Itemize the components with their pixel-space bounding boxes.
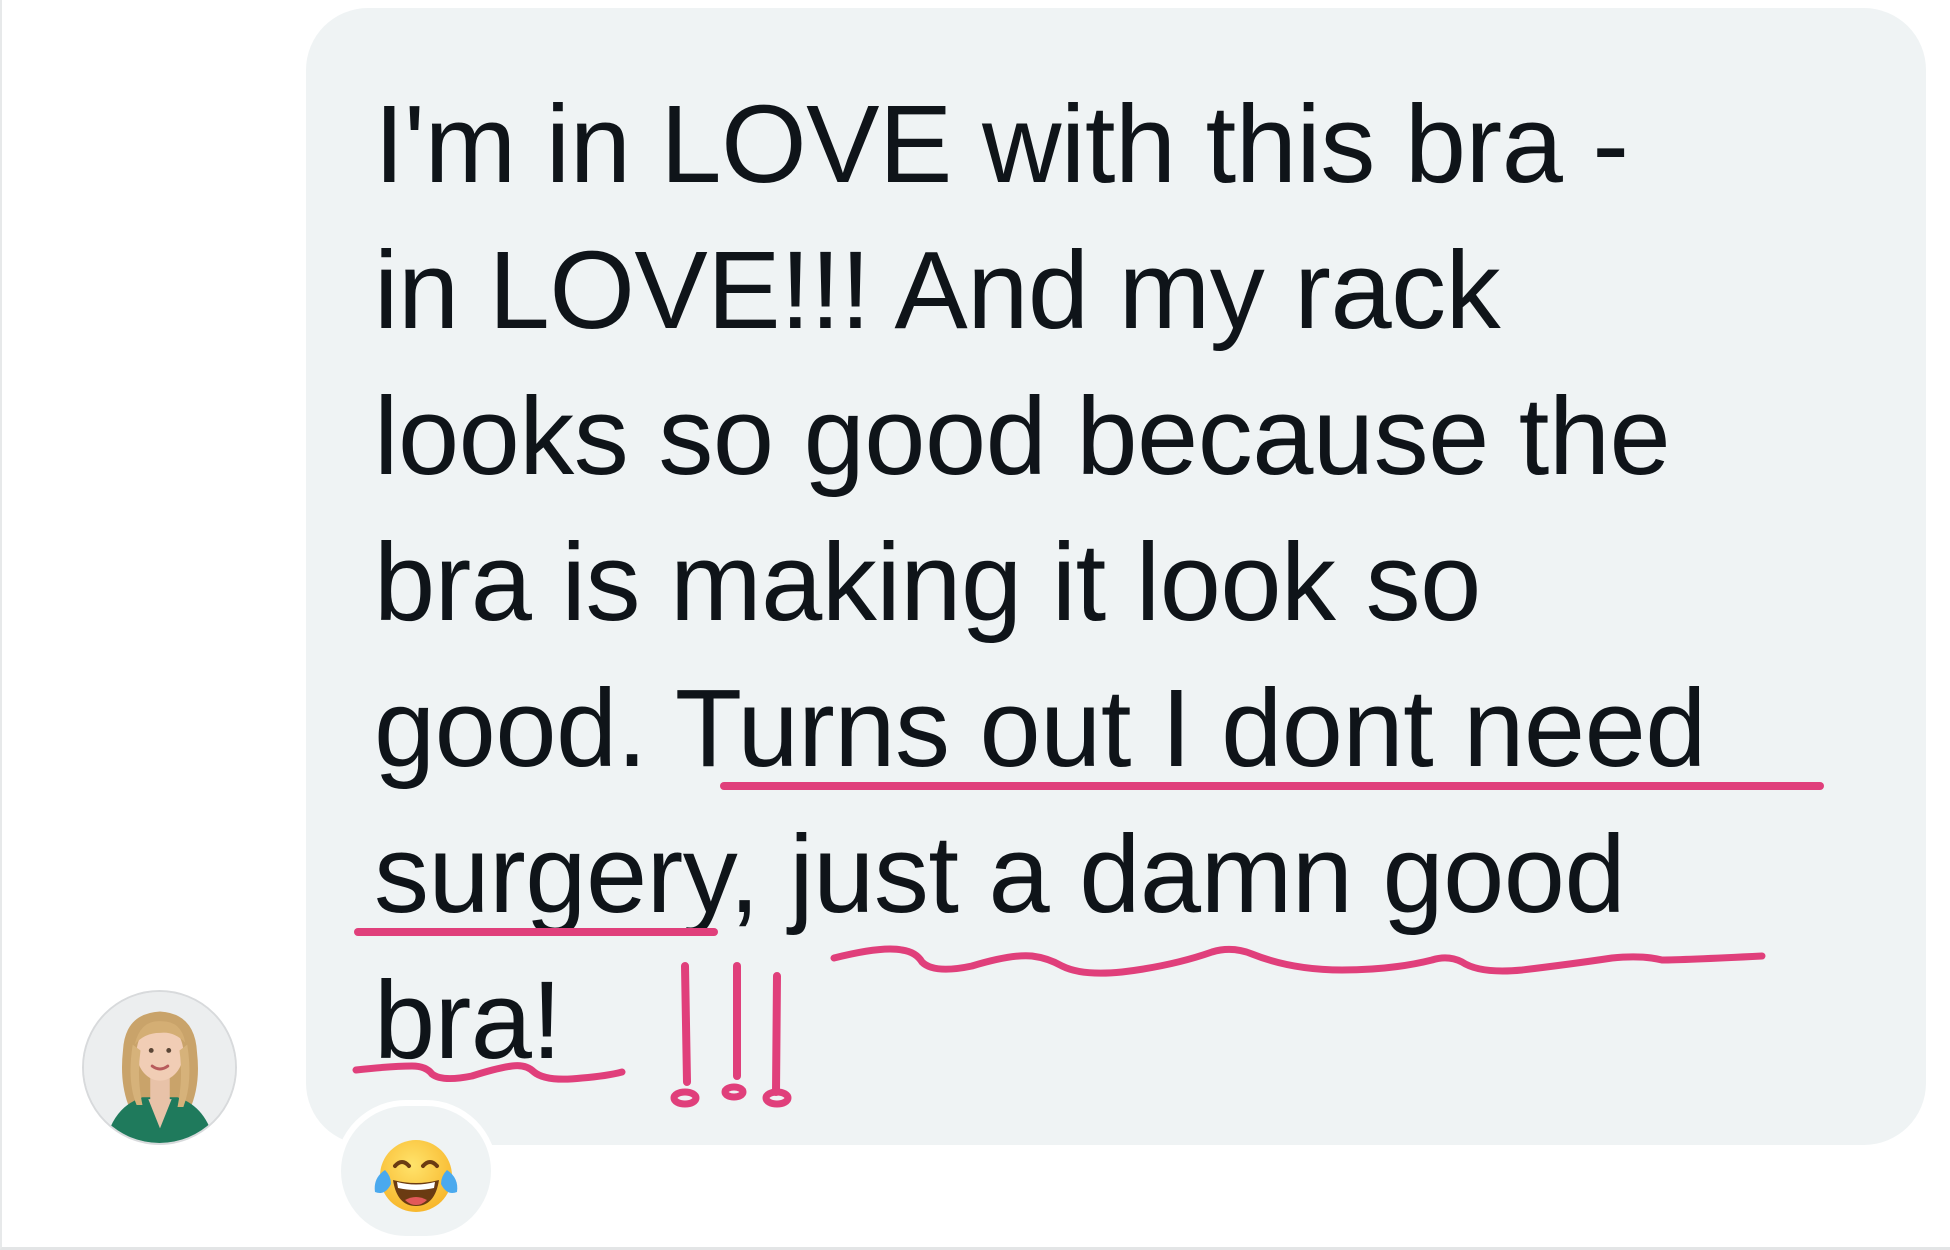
face-with-tears-of-joy-icon [374, 1140, 458, 1212]
message-line: good. Turns out I dont need [374, 667, 1706, 790]
message-line: bra is making it look so [374, 521, 1481, 644]
message-line: looks so good because the [374, 375, 1671, 498]
message-line: surgery, just a damn good [374, 813, 1626, 936]
dm-conversation-view: I'm in LOVE with this bra - in LOVE!!! A… [0, 0, 1950, 1250]
message-line: I'm in LOVE with this bra - [374, 83, 1629, 206]
reaction-badge[interactable] [335, 1100, 497, 1242]
message-line: in LOVE!!! And my rack [374, 229, 1501, 352]
message-text: I'm in LOVE with this bra - in LOVE!!! A… [374, 72, 1854, 1094]
sender-avatar[interactable] [82, 990, 237, 1145]
message-line: bra! [374, 959, 562, 1082]
user-avatar-photo [84, 992, 235, 1143]
